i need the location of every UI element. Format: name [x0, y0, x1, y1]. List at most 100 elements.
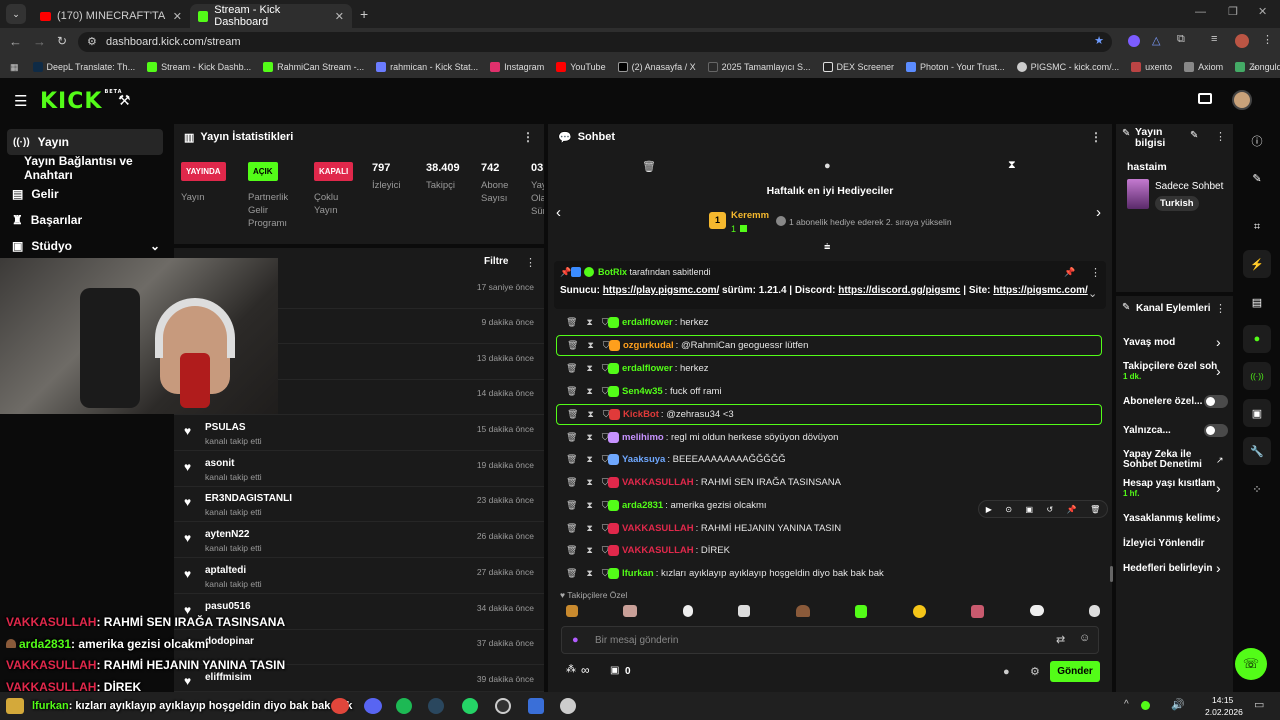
- bookmark-item[interactable]: PIGSMC - kick.com/...: [1016, 62, 1119, 72]
- category-name[interactable]: Sadece Sohbet: [1155, 181, 1223, 192]
- timeout-icon[interactable]: ⧗: [586, 363, 592, 374]
- tray-chevron-icon[interactable]: ^: [1124, 699, 1129, 710]
- chat-scrollbar[interactable]: [1110, 566, 1113, 582]
- more-options-icon[interactable]: ⋮: [1090, 266, 1101, 279]
- bookmark-item[interactable]: DeepL Translate: Th...: [32, 62, 135, 72]
- delete-icon[interactable]: 🗑: [566, 363, 577, 374]
- clock-date[interactable]: 2.02.2026: [1205, 707, 1243, 717]
- emote-icon[interactable]: [795, 605, 810, 617]
- wrench-icon[interactable]: 🔧: [1243, 437, 1271, 465]
- mic-icon[interactable]: ●: [572, 634, 579, 646]
- pinned-link[interactable]: https://discord.gg/pigsmc: [838, 285, 960, 296]
- trash-tab-icon[interactable]: 🗑: [642, 160, 656, 173]
- emoji-icon[interactable]: ☺: [1079, 632, 1090, 644]
- bookmark-item[interactable]: 2025 Tamamlayıcı S...: [707, 62, 811, 72]
- chat-username[interactable]: VAKKASULLAH: [622, 523, 694, 534]
- sidebar-item-basarilar[interactable]: ♜ Başarılar: [0, 207, 170, 233]
- action-account-age[interactable]: Hesap yaşı kısıtlama 1 hf.: [1123, 478, 1215, 498]
- external-link-icon[interactable]: ↗: [1216, 455, 1224, 466]
- emote-icon[interactable]: [855, 605, 868, 618]
- notification-icon[interactable]: ▭: [1254, 698, 1264, 711]
- chat-message[interactable]: 🗑 ⧗ ⛉ KickBot: @zehrasu34 <3: [556, 404, 1102, 425]
- chevron-right-icon[interactable]: ›: [1216, 334, 1221, 350]
- document-icon[interactable]: ▤: [1243, 288, 1271, 316]
- bookmark-item[interactable]: rahmican - Kick Stat...: [376, 62, 478, 72]
- edit-icon[interactable]: ✎: [1190, 130, 1198, 141]
- emote-icon[interactable]: [682, 605, 693, 617]
- chat-username[interactable]: Yaaksuya: [622, 454, 665, 465]
- emote-icon[interactable]: [623, 605, 638, 617]
- action-ai-moderation[interactable]: Yapay Zeka ile Sohbet Denetimi: [1123, 450, 1205, 470]
- chat-bubble-icon[interactable]: ●: [1003, 666, 1010, 678]
- chat-message[interactable]: 🗑 ⧗ ⛉ ozgurkudal: @RahmiCan geoguessr lütfe…: [556, 335, 1102, 356]
- discord-taskbar-icon[interactable]: [364, 698, 382, 714]
- more-options-icon[interactable]: ⋮: [525, 256, 536, 269]
- delete-icon[interactable]: 🗑: [566, 454, 577, 465]
- extension-icon[interactable]: [1128, 35, 1140, 47]
- url-field[interactable]: ⚙ dashboard.kick.com/stream ★: [78, 32, 1112, 52]
- edit-pencil-icon[interactable]: ✎: [1243, 164, 1271, 192]
- studio-icon[interactable]: [1198, 93, 1212, 104]
- bookmark-item[interactable]: (2) Anasayfa / X: [617, 62, 696, 72]
- timeout-icon[interactable]: ⧗: [586, 477, 592, 488]
- sidebar-item-yayin[interactable]: ((·)) Yayın: [7, 129, 163, 155]
- chat-username[interactable]: ozgurkudal: [623, 340, 674, 351]
- help-bubble-icon[interactable]: ☏: [1235, 648, 1267, 680]
- close-icon[interactable]: ✕: [335, 10, 344, 23]
- pinned-link[interactable]: https://pigsmc.com/: [993, 285, 1087, 296]
- timeout-icon[interactable]: ⧗: [586, 317, 592, 328]
- chat-message[interactable]: 🗑 ⧗ ⛉ VAKKASULLAH: RAHMİ SEN IRAĞA TASINSAN…: [556, 472, 1102, 493]
- delete-icon[interactable]: 🗑: [566, 432, 577, 443]
- chevron-right-icon[interactable]: ›: [1096, 204, 1101, 221]
- sidebar-item-stream-key[interactable]: Yayın Bağlantısı ve Anahtarı: [0, 154, 170, 182]
- app2-taskbar-icon[interactable]: [560, 698, 576, 714]
- bookmark-item[interactable]: Instagram: [490, 62, 544, 72]
- chat-username[interactable]: VAKKASULLAH: [622, 545, 694, 556]
- tab-kick-dashboard[interactable]: Stream - Kick Dashboard ✕: [190, 4, 352, 28]
- timeout-icon[interactable]: ⧗: [586, 500, 592, 511]
- more-options-icon[interactable]: ⋮: [1090, 130, 1102, 144]
- emote-icon[interactable]: [1088, 605, 1100, 617]
- action-host[interactable]: İzleyici Yönlendir: [1123, 538, 1233, 549]
- reading-list-icon[interactable]: ≡: [1211, 33, 1217, 45]
- back-icon[interactable]: ←: [9, 34, 22, 49]
- hammer-icon[interactable]: ⚒: [118, 92, 131, 109]
- apps-grid-icon[interactable]: ▦: [10, 62, 19, 73]
- emote-icon[interactable]: [566, 605, 578, 617]
- minimize-icon[interactable]: —: [1195, 6, 1206, 18]
- lightning-icon[interactable]: ⚡: [1243, 250, 1271, 278]
- reload-icon[interactable]: ↻: [57, 34, 67, 48]
- chevron-right-icon[interactable]: ›: [1216, 480, 1221, 496]
- more-options-icon[interactable]: ⋮: [1215, 130, 1226, 143]
- copy-icon[interactable]: ▣: [1025, 505, 1033, 514]
- delete-icon[interactable]: 🗑: [566, 545, 577, 556]
- gifter-name[interactable]: Keremm: [731, 210, 769, 221]
- obs-taskbar-icon[interactable]: [495, 698, 511, 714]
- spotify-taskbar-icon[interactable]: [396, 698, 412, 714]
- pinned-link[interactable]: https://play.pigsmc.com/: [603, 285, 720, 296]
- chat-username[interactable]: VAKKASULLAH: [622, 477, 694, 488]
- delete-icon[interactable]: 🗑: [566, 523, 577, 534]
- clock-time[interactable]: 14:15: [1212, 695, 1233, 705]
- kick-logo[interactable]: KICK BETA: [40, 89, 123, 114]
- delete-icon[interactable]: 🗑: [566, 568, 577, 579]
- more-options-icon[interactable]: ⋮: [522, 130, 534, 144]
- more-bookmarks-icon[interactable]: »: [1252, 62, 1257, 72]
- chevron-down-icon[interactable]: ⌄: [1088, 287, 1097, 300]
- send-button[interactable]: Gönder: [1050, 661, 1100, 682]
- bookmark-item[interactable]: DEX Screener: [822, 62, 894, 72]
- translate-icon[interactable]: ⇄: [1056, 633, 1065, 646]
- chat-input[interactable]: ● Bir mesaj gönderin ⇄ ☺: [561, 626, 1099, 654]
- hourglass-tab-icon[interactable]: ⧗: [1008, 159, 1016, 172]
- gift-box-icon[interactable]: ▣: [610, 665, 619, 676]
- site-info-icon[interactable]: ⚙: [87, 35, 97, 48]
- hamburger-menu-icon[interactable]: ☰: [14, 92, 27, 110]
- emote-icon[interactable]: [1029, 605, 1044, 616]
- bookmark-item[interactable]: Photon - Your Trust...: [906, 62, 1005, 72]
- broadcast-icon[interactable]: ((·)): [1243, 362, 1271, 390]
- bookmark-item[interactable]: uxento: [1131, 62, 1172, 72]
- chevron-right-icon[interactable]: ›: [1216, 510, 1221, 526]
- info-icon[interactable]: ⓘ: [1243, 127, 1271, 155]
- new-tab-icon[interactable]: +: [360, 6, 368, 22]
- volume-icon[interactable]: 🔊: [1171, 698, 1185, 711]
